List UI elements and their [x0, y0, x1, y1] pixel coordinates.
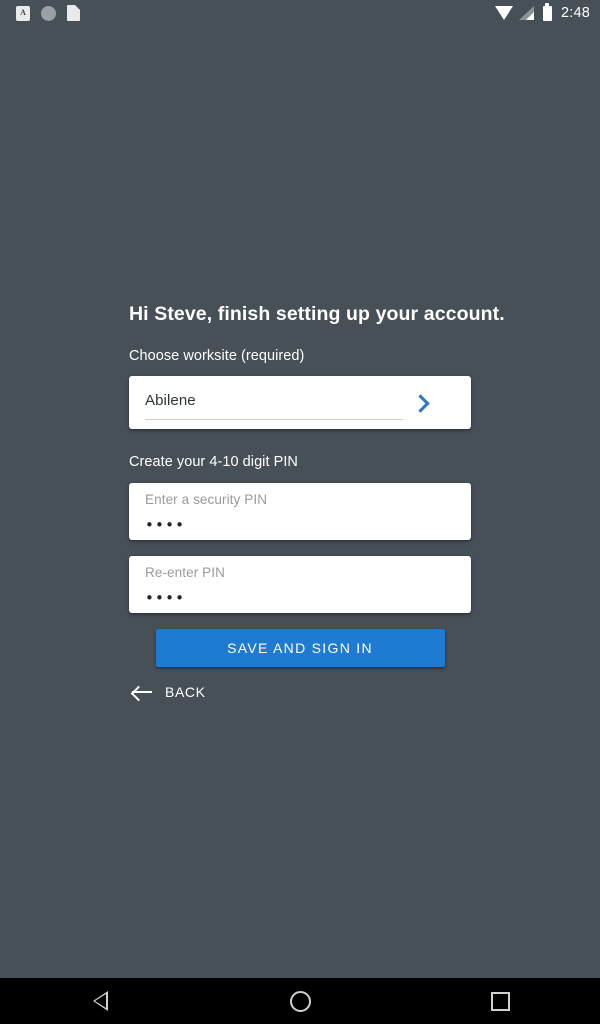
document-notification-icon [67, 5, 80, 21]
main-content: Hi Steve, finish setting up your account… [0, 26, 600, 978]
enter-pin-field[interactable]: Enter a security PIN •••• [129, 483, 471, 540]
status-bar-system-icons: 2:48 [494, 3, 590, 21]
status-bar-notification-icons: A [16, 5, 495, 21]
worksite-label: Choose worksite (required) [129, 348, 305, 364]
reenter-pin-value: •••• [145, 589, 186, 607]
reenter-pin-hint: Re-enter PIN [145, 565, 225, 580]
back-triangle-icon [92, 991, 108, 1011]
nav-home-button[interactable] [200, 978, 400, 1024]
enter-pin-value: •••• [145, 516, 186, 534]
back-link[interactable]: BACK [132, 684, 206, 700]
arrow-left-icon [132, 684, 154, 700]
nav-back-button[interactable] [0, 978, 200, 1024]
worksite-selector[interactable]: Abilene [129, 376, 471, 429]
phone-screen: A 2:48 Hi Steve, finish setting up your … [0, 0, 600, 1024]
recents-square-icon [490, 991, 510, 1011]
worksite-value: Abilene [145, 391, 196, 409]
account-setup-form: Hi Steve, finish setting up your account… [129, 302, 505, 700]
app-badge-a-icon: A [16, 5, 30, 21]
wifi-icon [494, 6, 513, 20]
enter-pin-hint: Enter a security PIN [145, 492, 268, 507]
pin-section-label: Create your 4-10 digit PIN [129, 454, 298, 470]
page-title: Hi Steve, finish setting up your account… [129, 303, 505, 325]
worksite-value-underline: Abilene [145, 386, 403, 420]
android-navigation-bar [0, 978, 600, 1024]
cellular-signal-icon [518, 6, 535, 20]
save-and-sign-in-button[interactable]: SAVE AND SIGN IN [155, 629, 445, 667]
battery-icon [542, 3, 552, 21]
back-link-label: BACK [165, 684, 206, 700]
chevron-right-icon[interactable] [411, 393, 431, 413]
status-bar: A 2:48 [0, 0, 600, 26]
status-bar-clock: 2:48 [560, 5, 590, 21]
nav-recents-button[interactable] [400, 978, 600, 1024]
circle-notification-icon [41, 5, 56, 21]
home-circle-icon [289, 990, 311, 1012]
reenter-pin-field[interactable]: Re-enter PIN •••• [129, 556, 471, 613]
